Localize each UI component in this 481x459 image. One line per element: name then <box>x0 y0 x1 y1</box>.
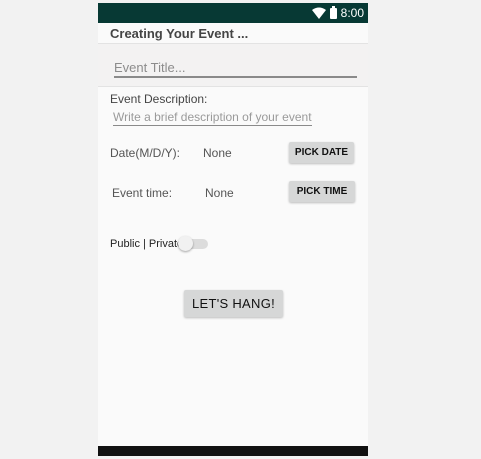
wifi-icon <box>311 7 326 19</box>
page-title: Creating Your Event ... <box>110 26 249 41</box>
phone-screen: 8:00 Creating Your Event ... Event Descr… <box>98 3 368 456</box>
date-value: None <box>203 146 232 160</box>
time-label: Event time: <box>112 186 173 200</box>
date-label: Date(M/D/Y): <box>110 146 181 160</box>
battery-icon <box>329 6 337 19</box>
navigation-bar <box>98 446 368 456</box>
lets-hang-button[interactable]: LET'S HANG! <box>184 290 283 317</box>
switch-thumb[interactable] <box>178 236 193 251</box>
description-label: Event Description: <box>110 92 208 106</box>
status-time: 8:00 <box>340 6 364 20</box>
description-input[interactable] <box>113 109 312 126</box>
event-title-container <box>98 43 368 87</box>
status-icons: 8:00 <box>311 5 364 21</box>
pick-date-button[interactable]: PICK DATE <box>289 142 354 163</box>
visibility-label: Public | Private <box>110 238 184 250</box>
public-private-switch[interactable] <box>178 236 208 251</box>
event-title-input[interactable] <box>114 58 357 78</box>
pick-time-button[interactable]: PICK TIME <box>289 181 355 202</box>
status-bar: 8:00 <box>98 3 368 23</box>
time-value: None <box>205 186 234 200</box>
